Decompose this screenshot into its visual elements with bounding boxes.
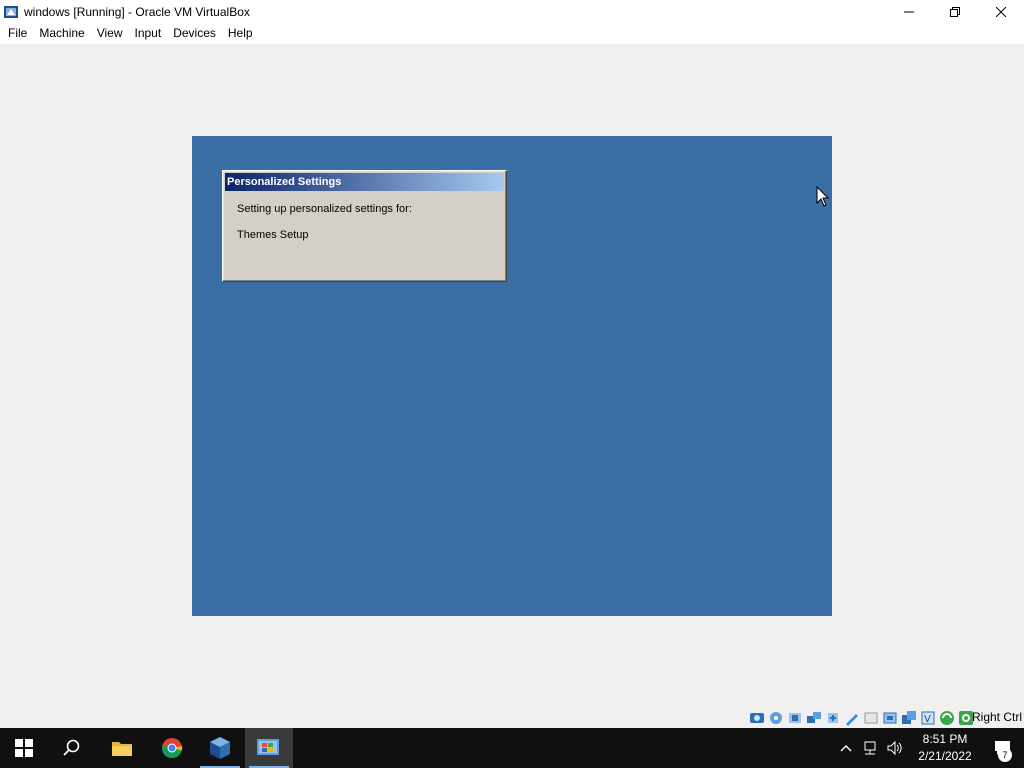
optical-drive-icon[interactable]: [768, 710, 784, 726]
svg-text:V: V: [924, 714, 931, 725]
chevron-up-icon: [840, 745, 852, 752]
menu-input[interactable]: Input: [129, 23, 168, 44]
personalized-settings-dialog: Personalized Settings Setting up persona…: [222, 170, 507, 282]
mouse-pointer-icon: [816, 186, 830, 207]
network-icon[interactable]: [806, 710, 822, 726]
display-icon[interactable]: [863, 710, 879, 726]
menu-file[interactable]: File: [2, 23, 33, 44]
restore-icon: [950, 6, 960, 17]
virtualbox-taskbar-button[interactable]: [196, 728, 244, 768]
minimize-icon: [904, 11, 914, 12]
notification-count-badge: 7: [998, 748, 1012, 762]
vt-x-icon[interactable]: [939, 710, 955, 726]
volume-tray-button[interactable]: [886, 740, 902, 756]
file-explorer-button[interactable]: [98, 728, 146, 768]
audio-icon[interactable]: [787, 710, 803, 726]
taskbar-clock[interactable]: 8:51 PM 2/21/2022: [910, 731, 980, 765]
dialog-message: Setting up personalized settings for:: [237, 203, 412, 215]
hard-disk-icon[interactable]: [749, 710, 765, 726]
video-capture-icon[interactable]: [882, 710, 898, 726]
chrome-icon: [161, 738, 183, 759]
start-button[interactable]: [0, 728, 48, 768]
start-icon: [15, 739, 33, 757]
window-title: windows [Running] - Oracle VM VirtualBox: [24, 4, 250, 19]
search-icon: [63, 739, 80, 756]
shared-folders-icon[interactable]: [844, 710, 860, 726]
volume-icon: [887, 740, 902, 756]
host-key-indicator[interactable]: Right Ctrl: [972, 707, 1022, 728]
window-titlebar[interactable]: windows [Running] - Oracle VM VirtualBox: [0, 0, 1024, 23]
screen-icon[interactable]: [901, 710, 917, 726]
close-button[interactable]: [978, 0, 1024, 23]
file-explorer-icon: [112, 742, 132, 756]
windows-xp-vm-button[interactable]: [245, 728, 293, 768]
chrome-button[interactable]: [148, 728, 196, 768]
network-tray-icon: [864, 741, 876, 755]
vm-status-bar: V Right Ctrl: [0, 707, 1024, 728]
virtualbox-icon: [3, 4, 19, 20]
minimize-button[interactable]: [886, 0, 932, 23]
cpu-icon[interactable]: V: [920, 710, 936, 726]
virtualbox-icon: [210, 737, 230, 759]
windows-taskbar: 8:51 PM 2/21/2022 7: [0, 728, 1024, 768]
network-tray-button[interactable]: [862, 740, 878, 756]
usb-icon[interactable]: [825, 710, 841, 726]
dialog-title: Personalized Settings: [225, 173, 504, 191]
menu-help[interactable]: Help: [222, 23, 259, 44]
windows-xp-vm-icon: [257, 739, 279, 755]
clock-time: 8:51 PM: [922, 732, 968, 746]
menu-machine[interactable]: Machine: [33, 23, 90, 44]
dialog-component: Themes Setup: [237, 229, 309, 241]
close-icon: [996, 6, 1006, 17]
show-hidden-icons-button[interactable]: [838, 740, 854, 756]
menu-bar: File Machine View Input Devices Help: [0, 23, 1024, 44]
restore-button[interactable]: [932, 0, 978, 23]
menu-view[interactable]: View: [91, 23, 129, 44]
clock-date: 2/21/2022: [918, 749, 972, 763]
search-button[interactable]: [48, 728, 96, 768]
menu-devices[interactable]: Devices: [167, 23, 222, 44]
